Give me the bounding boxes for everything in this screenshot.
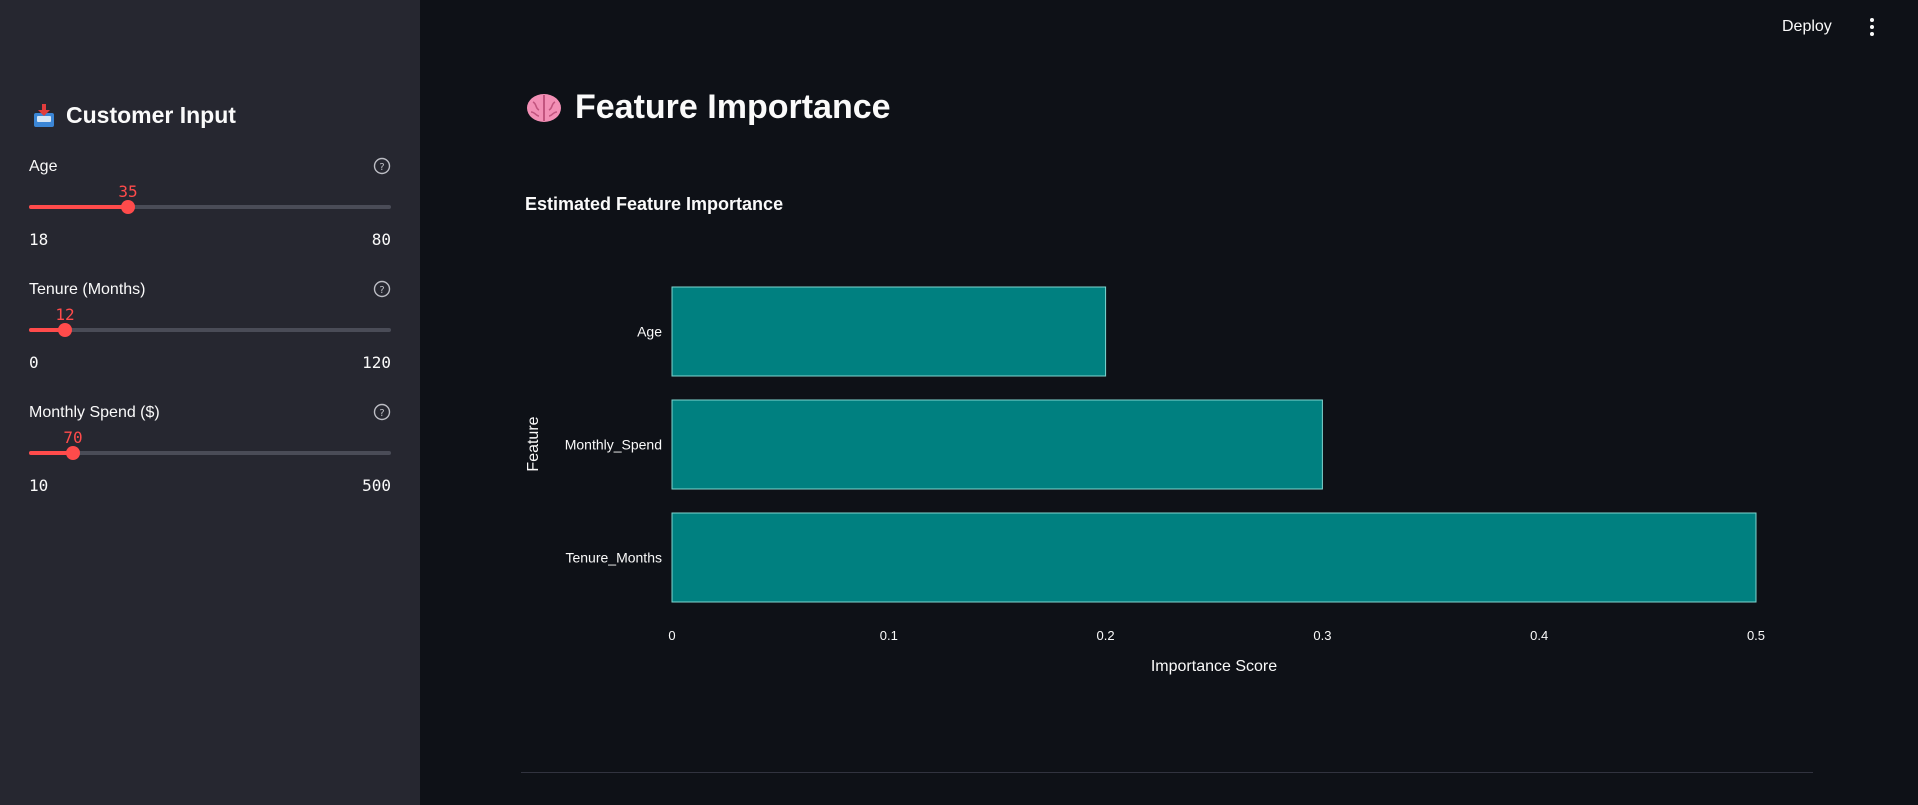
y-tick-label: Monthly_Spend xyxy=(565,437,662,453)
bar-tenure-months xyxy=(671,512,1757,603)
app-root: Customer Input Age ? 35 18 80 Tenure (Mo… xyxy=(0,0,1918,805)
y-tick-label: Tenure_Months xyxy=(565,550,662,566)
bar-age xyxy=(671,286,1107,377)
divider xyxy=(521,772,1813,773)
x-axis-label: Importance Score xyxy=(1151,658,1277,675)
x-tick-label: 0.2 xyxy=(1097,628,1115,643)
y-axis-label: Feature xyxy=(525,416,542,471)
x-tick-label: 0.1 xyxy=(880,628,898,643)
y-tick-label: Age xyxy=(637,324,662,340)
feature-importance-chart: Age Monthly_Spend Tenure_Months 0 0.1 0.2 0.3 0… xyxy=(525,286,1765,675)
x-tick-label: 0.5 xyxy=(1747,628,1765,643)
x-tick-label: 0.4 xyxy=(1530,628,1548,643)
x-tick-label: 0 xyxy=(668,628,675,643)
bar-monthly-spend xyxy=(671,399,1323,490)
x-tick-label: 0.3 xyxy=(1313,628,1331,643)
